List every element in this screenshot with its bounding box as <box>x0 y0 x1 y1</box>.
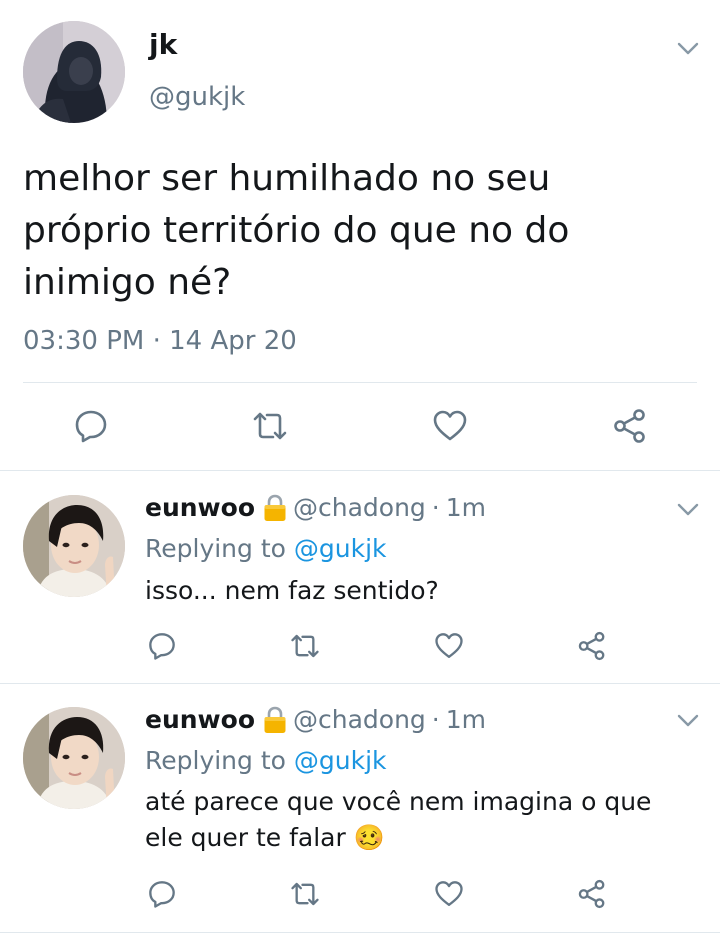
divider <box>0 470 720 471</box>
reply-author-handle[interactable]: @chadong <box>293 492 426 524</box>
heart-icon[interactable] <box>432 408 468 444</box>
tweet-timestamp[interactable]: 03:30 PM · 14 Apr 20 <box>23 325 297 357</box>
replying-to-label: Replying to <box>145 746 286 775</box>
mention-link[interactable]: @gukjk <box>294 534 387 563</box>
retweet-icon[interactable] <box>290 879 320 909</box>
woozy-face-emoji: 🥴 <box>353 823 385 852</box>
retweet-icon[interactable] <box>252 408 288 444</box>
reply-text: isso... nem faz sentido? <box>145 576 439 605</box>
separator-dot: · <box>431 705 440 734</box>
divider <box>0 683 720 684</box>
replying-to-label: Replying to <box>145 534 286 563</box>
share-icon[interactable] <box>577 631 607 661</box>
chevron-down-icon[interactable] <box>677 503 699 517</box>
divider <box>0 932 720 933</box>
reply-time[interactable]: 1m <box>446 704 486 736</box>
tweet-text: melhor ser humilhado no seu próprio terr… <box>23 158 570 303</box>
avatar[interactable] <box>23 21 125 123</box>
share-icon[interactable] <box>612 408 648 444</box>
avatar[interactable] <box>23 707 125 809</box>
lock-icon <box>264 706 286 733</box>
avatar-image <box>23 495 125 597</box>
reply-author-name[interactable]: eunwoo <box>145 492 255 524</box>
author-handle[interactable]: @gukjk <box>149 81 245 113</box>
reply-header: eunwoo @chadong · 1m <box>145 704 486 736</box>
avatar-image <box>23 707 125 809</box>
reply-time[interactable]: 1m <box>446 492 486 524</box>
reply-author-handle[interactable]: @chadong <box>293 704 426 736</box>
reply-icon[interactable] <box>147 631 177 661</box>
divider <box>23 382 697 383</box>
reply-author-name[interactable]: eunwoo <box>145 704 255 736</box>
chevron-down-icon[interactable] <box>677 714 699 728</box>
lock-icon <box>264 494 286 521</box>
share-icon[interactable] <box>577 879 607 909</box>
reply-icon[interactable] <box>147 879 177 909</box>
separator-dot: · <box>431 493 440 522</box>
replying-to: Replying to @gukjk <box>145 745 387 777</box>
chevron-down-icon[interactable] <box>677 42 699 56</box>
reply-text-body: até parece que você nem imagina o que el… <box>145 787 652 852</box>
heart-icon[interactable] <box>434 631 464 661</box>
reply-header: eunwoo @chadong · 1m <box>145 492 486 524</box>
avatar[interactable] <box>23 495 125 597</box>
reply-icon[interactable] <box>73 408 109 444</box>
avatar-image <box>23 21 125 123</box>
mention-link[interactable]: @gukjk <box>294 746 387 775</box>
author-name[interactable]: jk <box>149 28 177 62</box>
reply-text: até parece que você nem imagina o que el… <box>145 784 690 856</box>
replying-to: Replying to @gukjk <box>145 533 387 565</box>
retweet-icon[interactable] <box>290 631 320 661</box>
heart-icon[interactable] <box>434 879 464 909</box>
